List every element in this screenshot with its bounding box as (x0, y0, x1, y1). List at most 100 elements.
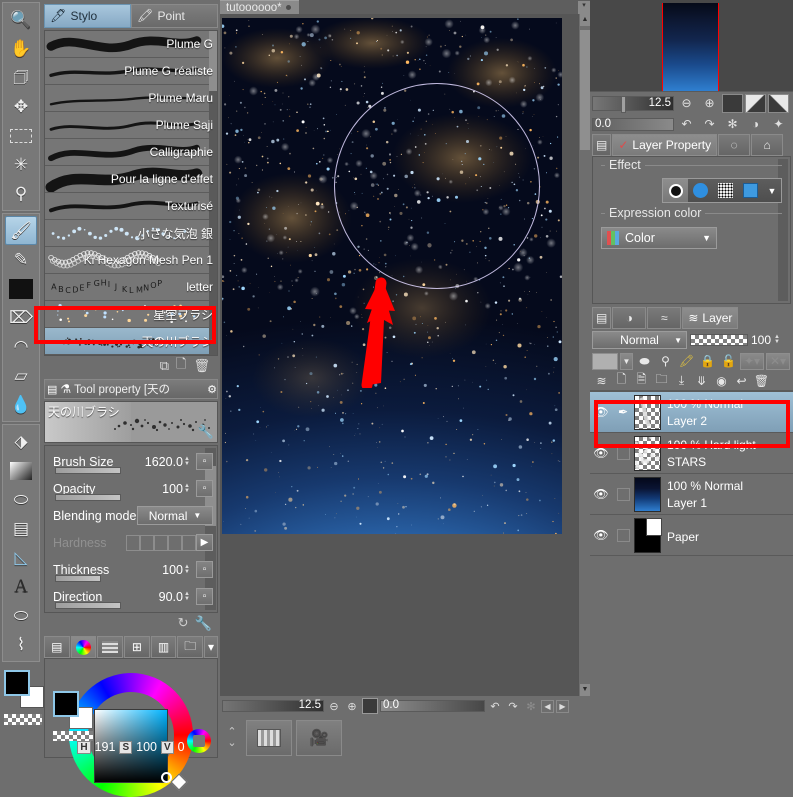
canvas-rotation-slider[interactable]: 0.0 (380, 700, 485, 712)
fit-to-screen-icon[interactable] (362, 698, 378, 714)
ellipse-tool[interactable]: ⬭ (5, 485, 37, 514)
intermediate-color-icon[interactable]: ▥ (151, 636, 177, 658)
tab-layer[interactable]: ≋ Layer (682, 307, 738, 329)
prev-page-icon[interactable]: ◀ (541, 700, 554, 713)
zoom-in-icon[interactable]: ⊕ (699, 94, 720, 113)
layer-row[interactable]: 👁 Paper (590, 515, 793, 556)
canvas-viewport[interactable]: ▲ ▼ (220, 14, 590, 696)
figure-tool[interactable]: ⌇ (5, 630, 37, 659)
layer-list[interactable]: 👁 ✒ 100 % Normal Layer 2 👁 100 % Hard light ST… (590, 391, 793, 760)
new-raster-layer-icon[interactable]: 🗋 (612, 372, 631, 389)
expression-color-dropdown[interactable]: Color ▼ (601, 227, 717, 249)
timeline-scroll-arrows[interactable]: ⌃ ⌄ (222, 727, 242, 749)
reset-rotation-icon[interactable]: ✻ (722, 115, 743, 134)
layer-opacity-slider[interactable] (690, 334, 748, 346)
subtool-list-item[interactable]: 小さな気泡 銀 (45, 220, 217, 247)
rotate-right-icon[interactable]: ↷ (505, 698, 521, 714)
canvas-zoom-slider[interactable]: 12.5 (222, 700, 324, 712)
layer-row[interactable]: 👁 100 % Hard light STARS (590, 433, 793, 474)
zoom-out-icon[interactable]: ⊖ (326, 698, 342, 714)
tool-property-value[interactable]: 100 (162, 482, 183, 496)
mini-color-wheel-icon[interactable] (187, 729, 211, 753)
subtool-tab-stylo[interactable]: 🖊 Stylo (44, 4, 131, 28)
layer-mask-icon[interactable]: ⬬ (635, 353, 654, 370)
reset-icon[interactable]: ↻ (178, 615, 189, 631)
value-stepper[interactable]: ▲ ▼ (184, 592, 193, 602)
selection-tool[interactable] (5, 121, 37, 150)
color-wheel-icon[interactable] (71, 636, 97, 658)
panel-menu-icon[interactable]: ▤ (592, 307, 611, 329)
panel-menu-icon[interactable]: ▤ (47, 383, 57, 396)
navigator-rotation-slider[interactable]: 0.0 (592, 118, 674, 131)
subtool-list-item[interactable]: Texturisé (45, 193, 217, 220)
rotate-left-icon[interactable]: ↶ (676, 115, 697, 134)
hand-tool[interactable]: ✋ (5, 34, 37, 63)
transparent-color-swatch[interactable] (4, 714, 42, 725)
subtool-list-item[interactable]: Pour la ligne d'effet (45, 166, 217, 193)
pen-pressure-toggle[interactable]: ▫ (196, 480, 213, 497)
panel-menu-icon[interactable]: ▤ (44, 636, 70, 658)
foreground-color-swatch[interactable] (4, 670, 30, 696)
layer-row[interactable]: 👁 ✒ 100 % Normal Layer 2 (590, 392, 793, 433)
foreground-color-swatch[interactable] (53, 691, 79, 717)
color-panel-swatches[interactable] (53, 691, 93, 731)
layer-visibility-toggle[interactable]: 👁 (590, 487, 612, 501)
color-tabs-dropdown-icon[interactable]: ▾ (204, 636, 218, 658)
value-stepper[interactable]: ▲ ▼ (184, 457, 193, 467)
draft-layer-icon[interactable]: ✕▾ (766, 353, 790, 370)
new-subtool-icon[interactable]: 🗋 (176, 355, 186, 377)
copy-subtool-icon[interactable]: ⧉ (160, 358, 169, 374)
clip-to-layer-icon[interactable]: ↩ (732, 372, 751, 389)
fill-tool[interactable]: ⬗ (5, 427, 37, 456)
merge-down-icon[interactable]: ⤓ (672, 372, 691, 389)
tab-overflow-icon[interactable]: ▾ (578, 1, 590, 14)
tab-material[interactable]: ≈ (647, 307, 681, 329)
border-effect-icon[interactable] (663, 179, 688, 202)
artwork-canvas[interactable] (222, 18, 562, 534)
tool-property-value[interactable]: 90.0 (159, 590, 183, 604)
navigator-panel[interactable] (590, 0, 793, 92)
tool-property-value[interactable]: 1620.0 (145, 455, 183, 469)
frame-tool[interactable]: ▤ (5, 514, 37, 543)
effect-dropdown-icon[interactable]: ▼ (763, 179, 781, 202)
tool-property-slider[interactable] (55, 494, 121, 501)
subtool-list-item[interactable]: Plume Maru (45, 85, 217, 112)
layer-color-icon[interactable] (738, 179, 763, 202)
rotate-right-icon[interactable]: ↷ (699, 115, 720, 134)
navigator-zoom-slider[interactable]: 12.5 (592, 96, 674, 111)
document-tab[interactable]: tutoooooo* (220, 0, 299, 14)
subtool-list-item[interactable]: Plume Saji (45, 112, 217, 139)
layer-opacity-stepper[interactable]: ▲ ▼ (774, 335, 783, 345)
pencil-tool[interactable]: ✎ (5, 245, 37, 274)
layer-visibility-toggle[interactable]: 👁 (590, 528, 612, 542)
decoration-tool[interactable] (5, 274, 37, 303)
subtool-list-item[interactable]: Ki Hexagon Mesh Pen 1 (45, 247, 217, 274)
value-stepper[interactable]: ▲ ▼ (184, 484, 193, 494)
lock-transparent-pixel-icon[interactable]: 🔓 (719, 353, 738, 370)
eraser-tool[interactable]: ▱ (5, 361, 37, 390)
hardness-segment[interactable] (140, 535, 154, 551)
brush-tool[interactable]: 🖌 (5, 216, 37, 245)
layer-select-checkbox[interactable] (612, 488, 634, 501)
airbrush-tool[interactable]: ⌦ (5, 303, 37, 332)
tab-tone[interactable]: ⌂ (751, 134, 783, 156)
close-tab-icon[interactable] (286, 5, 291, 10)
subtool-tab-point[interactable]: 🖍 Point (131, 4, 218, 28)
flip-horizontal-icon[interactable] (745, 94, 766, 113)
scroll-down-arrow-icon[interactable]: ▼ (580, 684, 590, 696)
tool-property-slider[interactable] (55, 602, 121, 609)
layer-visibility-toggle[interactable]: 👁 (590, 405, 612, 419)
value-value[interactable]: 0 (178, 740, 185, 754)
subtool-list-item[interactable]: 天の川ブラシ (45, 328, 217, 355)
layer-blend-mode-dropdown[interactable]: Normal ▼ (592, 331, 687, 349)
tab-animation[interactable]: ◌ (718, 134, 750, 156)
blur-tool[interactable]: 💧 (5, 390, 37, 419)
next-page-icon[interactable]: ▶ (556, 700, 569, 713)
timeline-button[interactable] (246, 720, 292, 756)
canvas-vertical-scrollbar[interactable]: ▲ ▼ (578, 14, 590, 696)
hardness-more-icon[interactable]: ▶ (196, 534, 213, 551)
zoom-out-icon[interactable]: ⊖ (676, 94, 697, 113)
hue-value[interactable]: 191 (95, 740, 116, 754)
panel-menu-icon[interactable]: ▤ (592, 134, 611, 156)
palette-color-icon[interactable] (592, 353, 618, 370)
